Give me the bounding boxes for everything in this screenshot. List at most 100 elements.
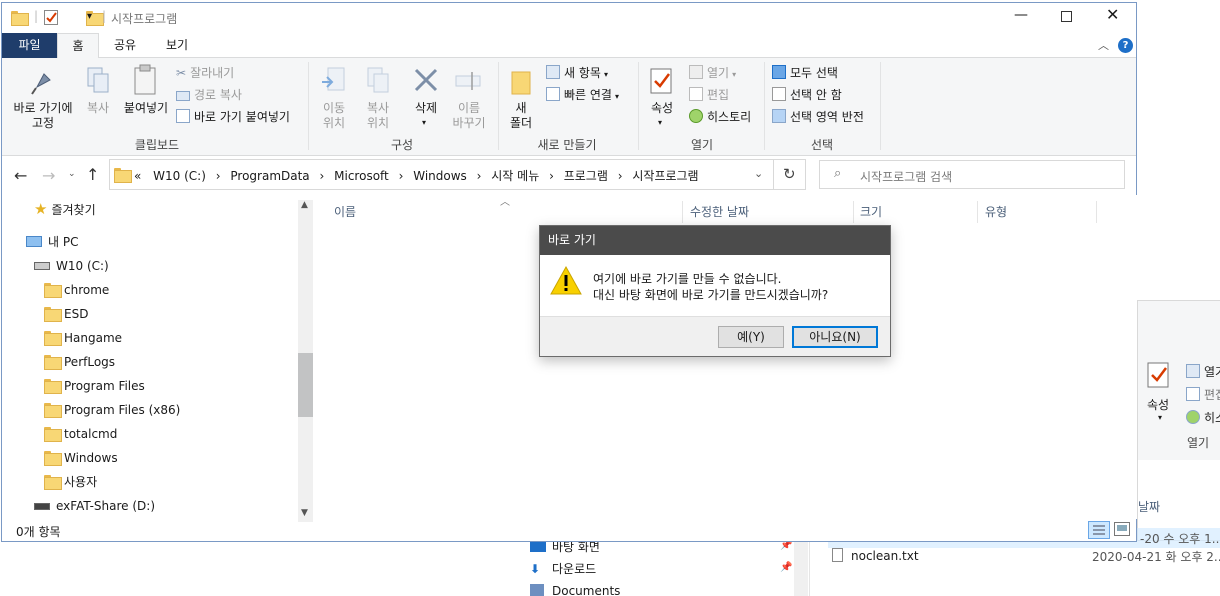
background-ribbon: 속성 ▾ 열기 편집 히스토 열기: [1137, 300, 1220, 460]
tab-view[interactable]: 보기: [154, 33, 200, 58]
paste-button[interactable]: 붙여넣기: [120, 101, 172, 116]
no-button[interactable]: 아니요(N): [792, 326, 878, 348]
edit-button[interactable]: 편집: [689, 85, 729, 105]
details-view-icon[interactable]: [1088, 521, 1110, 539]
nav-drive-d-label: exFAT-Share (D:): [56, 499, 155, 513]
column-divider[interactable]: [977, 201, 978, 223]
address-bar[interactable]: « W10 (C:) › ProgramData › Microsoft › W…: [109, 159, 774, 190]
large-icons-view-icon[interactable]: [1114, 522, 1130, 536]
breadcrumb-item[interactable]: W10 (C:): [153, 169, 206, 183]
tab-file[interactable]: 파일: [2, 33, 57, 58]
recent-locations-icon[interactable]: ⌄: [68, 169, 76, 179]
minimize-button[interactable]: —: [1014, 7, 1028, 23]
nav-scrollbar-thumb[interactable]: [298, 353, 313, 417]
search-input[interactable]: 시작프로그램 검색: [860, 168, 952, 185]
copy-path-button[interactable]: 경로 복사: [176, 85, 242, 105]
breadcrumb-item[interactable]: Windows: [413, 169, 467, 183]
move-to-button[interactable]: 이동 위치: [316, 101, 352, 131]
nav-item-folder[interactable]: Program Files: [44, 374, 145, 398]
bg-nav-downloads[interactable]: ⬇ 다운로드: [530, 560, 596, 577]
item-count: 0개 항목: [16, 525, 61, 539]
rename-button[interactable]: 이름 바꾸기: [447, 101, 491, 131]
folder-icon: [44, 475, 62, 490]
up-arrow-icon[interactable]: ↑: [86, 165, 99, 184]
properties-quick-icon[interactable]: [44, 10, 58, 25]
close-button[interactable]: ✕: [1106, 5, 1119, 24]
breadcrumb-item[interactable]: Microsoft: [334, 169, 389, 183]
column-header-date[interactable]: 수정한 날짜: [690, 199, 749, 225]
nav-item-this-pc[interactable]: 내 PC: [26, 230, 78, 254]
delete-button[interactable]: 삭제: [410, 101, 442, 116]
copy-to-button[interactable]: 복사 위치: [360, 101, 396, 131]
column-header-size[interactable]: 크기: [860, 199, 882, 225]
breadcrumb-sep[interactable]: ›: [618, 169, 623, 183]
nav-item-drive-d[interactable]: exFAT-Share (D:): [34, 494, 155, 518]
breadcrumb-sep[interactable]: ›: [477, 169, 482, 183]
nav-item-folder[interactable]: 사용자: [44, 470, 97, 494]
easy-access-button[interactable]: 빠른 연결 ▾: [546, 85, 619, 105]
breadcrumb-sep[interactable]: ›: [399, 169, 404, 183]
breadcrumb-sep[interactable]: ›: [216, 169, 221, 183]
nav-item-folder[interactable]: Hangame: [44, 326, 122, 350]
invert-selection-button[interactable]: 선택 영역 반전: [772, 107, 864, 127]
properties-button[interactable]: 속성: [646, 101, 678, 116]
pin-quick-access-button[interactable]: 바로 가기에 고정: [8, 101, 78, 131]
tab-home[interactable]: 홈: [57, 33, 99, 58]
nav-folder-label: Hangame: [64, 331, 123, 345]
nav-item-drive-c[interactable]: W10 (C:): [34, 254, 109, 278]
bg-history-row: 히스토: [1186, 409, 1220, 426]
column-divider[interactable]: [853, 201, 854, 223]
nav-item-favorites[interactable]: ★ 즐겨찾기: [34, 197, 96, 221]
column-divider[interactable]: [1096, 201, 1097, 223]
select-all-button[interactable]: 모두 선택: [772, 63, 838, 83]
forward-arrow-icon[interactable]: →: [42, 166, 55, 185]
address-dropdown-icon[interactable]: ⌄: [754, 167, 763, 180]
bg-group-open-label: 열기: [1187, 436, 1210, 450]
folder-icon: [44, 427, 62, 442]
text-file-icon: [832, 548, 843, 562]
breadcrumb-item[interactable]: 시작 메뉴: [491, 169, 539, 183]
window-title: 시작프로그램: [111, 12, 178, 26]
new-folder-button[interactable]: 새 폴더: [504, 101, 538, 131]
nav-item-folder[interactable]: totalcmd: [44, 422, 117, 446]
cut-button[interactable]: ✂ 잘라내기: [176, 63, 234, 83]
customize-quick-access-icon[interactable]: ▾: [87, 11, 92, 22]
collapse-ribbon-icon[interactable]: ︿: [1098, 37, 1109, 53]
breadcrumb-item[interactable]: 시작프로그램: [632, 169, 698, 183]
search-box[interactable]: ⌕ 시작프로그램 검색: [819, 160, 1125, 189]
scroll-down-icon[interactable]: ▼: [301, 508, 308, 518]
breadcrumb-overflow[interactable]: «: [134, 169, 141, 183]
bg-file-row[interactable]: noclean.txt: [832, 548, 919, 563]
bg-nav-scrollbar[interactable]: [794, 540, 808, 596]
breadcrumb-sep[interactable]: ›: [549, 169, 554, 183]
refresh-button[interactable]: ↻: [774, 159, 806, 190]
history-button[interactable]: 히스토리: [689, 107, 751, 127]
scissors-icon: ✂: [176, 66, 187, 80]
nav-item-folder[interactable]: PerfLogs: [44, 350, 115, 374]
chevron-down-icon: ▾: [614, 92, 619, 101]
folder-icon: [44, 379, 62, 394]
group-divider: [880, 62, 881, 150]
help-icon[interactable]: ?: [1118, 38, 1133, 53]
yes-button[interactable]: 예(Y): [718, 326, 784, 348]
new-item-button[interactable]: 새 항목 ▾: [546, 63, 608, 83]
column-divider[interactable]: [682, 201, 683, 223]
maximize-button[interactable]: [1061, 11, 1072, 22]
select-none-button[interactable]: 선택 안 함: [772, 85, 842, 105]
breadcrumb-item[interactable]: 프로그램: [564, 169, 608, 183]
copy-button[interactable]: 복사: [82, 101, 114, 116]
column-header-type[interactable]: 유형: [985, 199, 1007, 225]
tab-share[interactable]: 공유: [102, 33, 148, 58]
breadcrumb-item[interactable]: ProgramData: [230, 169, 309, 183]
nav-item-folder[interactable]: chrome: [44, 278, 109, 302]
open-button[interactable]: 열기 ▾: [689, 63, 736, 83]
breadcrumb-sep[interactable]: ›: [320, 169, 325, 183]
nav-item-folder[interactable]: ESD: [44, 302, 88, 326]
bg-nav-documents[interactable]: Documents: [530, 584, 620, 596]
paste-shortcut-button[interactable]: 바로 가기 붙여넣기: [176, 107, 290, 127]
back-arrow-icon[interactable]: ←: [14, 166, 27, 185]
nav-item-folder[interactable]: Program Files (x86): [44, 398, 180, 422]
column-header-name[interactable]: 이름: [334, 199, 356, 225]
nav-item-folder[interactable]: Windows: [44, 446, 118, 470]
scroll-up-icon[interactable]: ▲: [301, 200, 308, 210]
